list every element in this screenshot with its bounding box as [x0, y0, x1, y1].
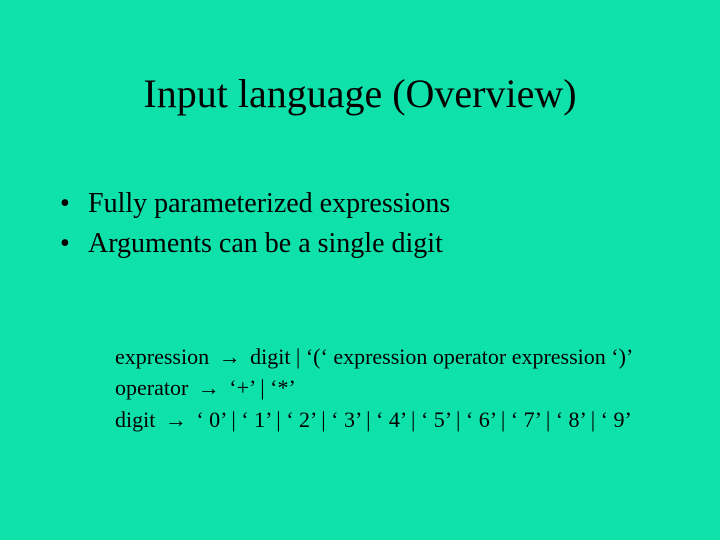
slide-title: Input language (Overview): [0, 0, 720, 157]
arrow-icon: →: [194, 372, 224, 404]
grammar-rule: expression → digit | ‘(‘ expression oper…: [115, 341, 680, 373]
grammar-rule: operator → ‘+’ | ‘*’: [115, 372, 680, 404]
grammar-lhs: digit: [115, 407, 155, 432]
arrow-icon: →: [161, 404, 191, 436]
bullet-list: Fully parameterized expressions Argument…: [0, 185, 720, 263]
arrow-icon: →: [215, 341, 245, 373]
bullet-text: Fully parameterized expressions: [88, 188, 450, 219]
grammar-lhs: expression: [115, 344, 209, 369]
grammar-rule: digit → ‘ 0’ | ‘ 1’ | ‘ 2’ | ‘ 3’ | ‘ 4’…: [115, 404, 680, 436]
grammar-lhs: operator: [115, 375, 188, 400]
grammar-rhs: ‘+’ | ‘*’: [229, 375, 295, 400]
grammar-rhs: ‘ 0’ | ‘ 1’ | ‘ 2’ | ‘ 3’ | ‘ 4’ | ‘ 5’ …: [196, 407, 631, 432]
list-item: Fully parameterized expressions: [60, 185, 720, 223]
grammar-block: expression → digit | ‘(‘ expression oper…: [0, 291, 720, 437]
slide: Input language (Overview) Fully paramete…: [0, 0, 720, 540]
bullet-text: Arguments can be a single digit: [88, 228, 443, 259]
grammar-rhs: digit | ‘(‘ expression operator expressi…: [250, 344, 633, 369]
list-item: Arguments can be a single digit: [60, 225, 720, 263]
